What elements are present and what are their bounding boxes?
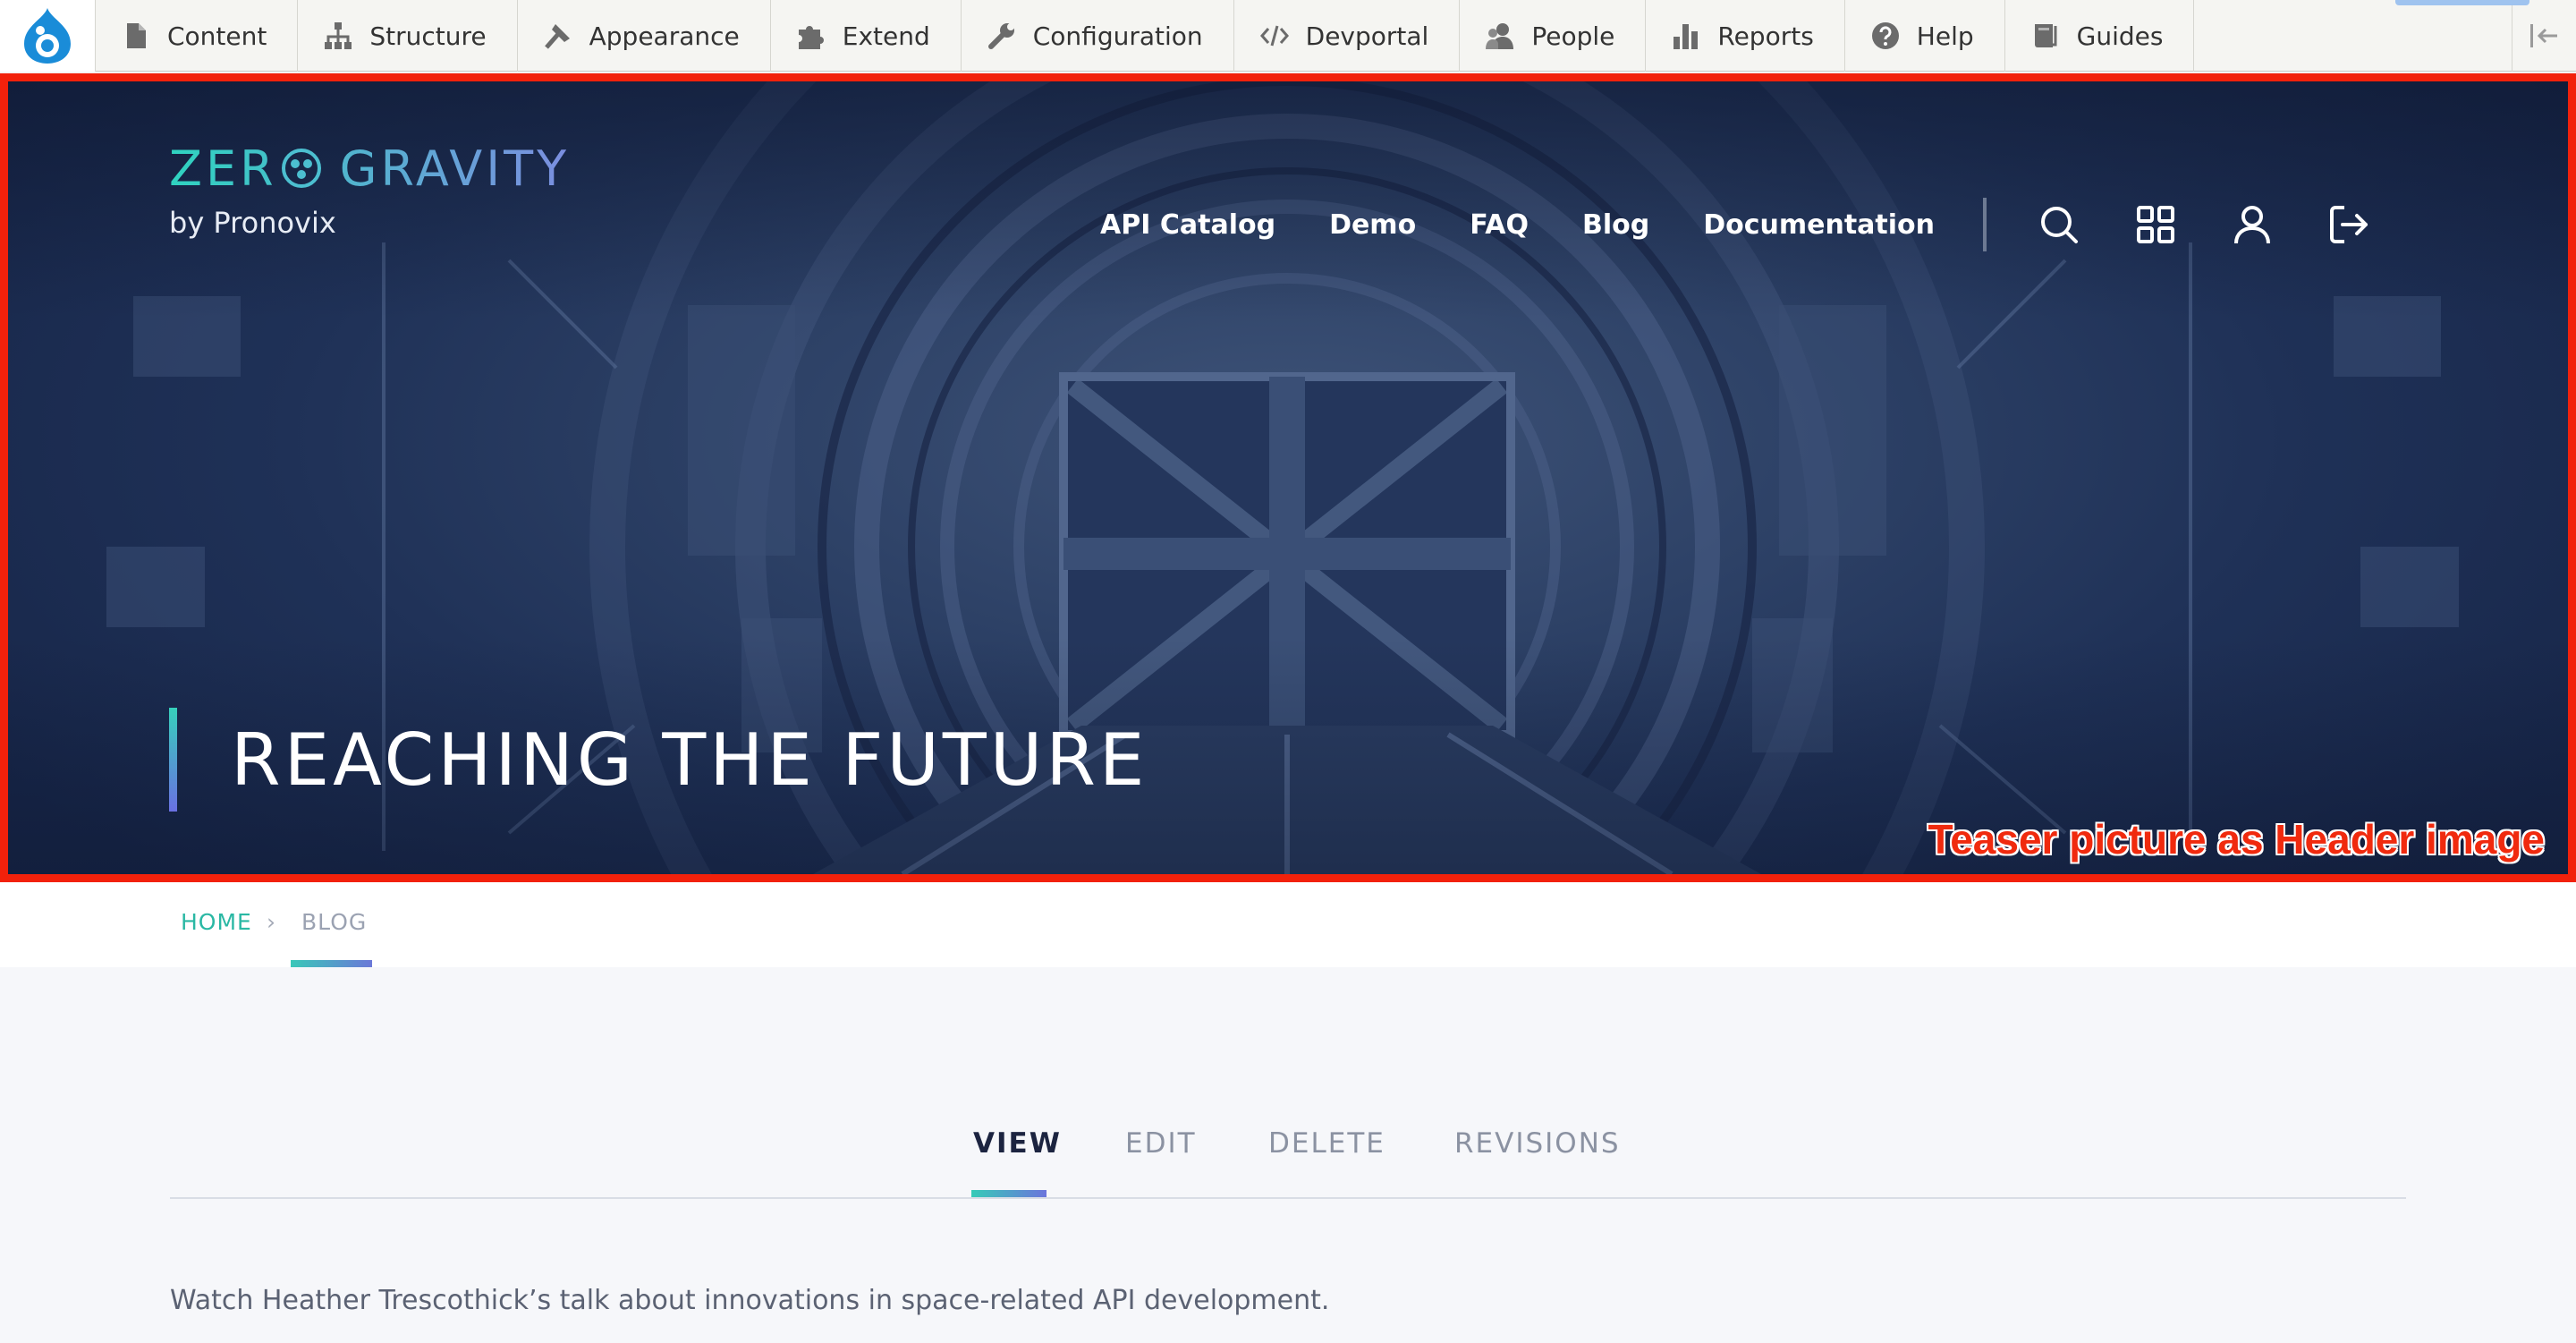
toolbar-item-appearance[interactable]: Appearance <box>518 0 771 72</box>
header-image-highlight-frame: ZER GRAVITY by Pronovix API Catalog Demo … <box>0 73 2576 882</box>
toolbar-item-extend[interactable]: Extend <box>771 0 962 72</box>
toolbar-item-structure[interactable]: Structure <box>298 0 518 72</box>
nav-logout-button[interactable] <box>2326 202 2371 247</box>
reports-icon <box>1674 24 1699 49</box>
toolbar-item-label: Content <box>167 21 267 51</box>
collapse-icon <box>2529 24 2557 47</box>
people-icon <box>1486 23 1514 49</box>
nav-apps-button[interactable] <box>2133 202 2178 247</box>
toolbar-collapse-button[interactable] <box>2512 0 2576 72</box>
site-logo[interactable]: ZER GRAVITY by Pronovix <box>169 140 570 240</box>
toolbar-item-devportal[interactable]: Devportal <box>1234 0 1461 72</box>
toolbar-item-label: Appearance <box>589 21 740 51</box>
logo-word-gravity: GRAVITY <box>339 140 571 197</box>
nav-link-faq[interactable]: FAQ <box>1470 209 1529 241</box>
breadcrumb: HOME › BLOG <box>0 882 2576 967</box>
drupal-logo-icon <box>24 8 71 64</box>
structure-icon <box>325 22 352 49</box>
toolbar-item-label: Help <box>1916 21 1974 51</box>
toolbar-item-people[interactable]: People <box>1460 0 1647 72</box>
annotation-label: Teaser picture as Header image <box>1928 816 2545 863</box>
tab-delete[interactable]: DELETE <box>1268 1127 1385 1160</box>
tab-edit[interactable]: EDIT <box>1125 1127 1197 1160</box>
apps-grid-icon <box>2137 206 2174 243</box>
configuration-icon <box>987 23 1014 49</box>
logo-byline: by Pronovix <box>169 206 336 240</box>
admin-toolbar: Content Structure Appearance Extend Conf… <box>0 0 2576 72</box>
breadcrumb-active-indicator <box>291 960 372 967</box>
toolbar-item-label: Extend <box>842 21 930 51</box>
toolbar-item-label: Reports <box>1717 21 1814 51</box>
breadcrumb-separator-icon: › <box>267 909 276 935</box>
main-navigation: API Catalog Demo FAQ Blog Documentation <box>1100 180 2568 269</box>
breadcrumb-home-link[interactable]: HOME <box>181 909 252 935</box>
breadcrumb-current: BLOG <box>301 909 368 935</box>
appearance-icon <box>544 24 570 49</box>
tab-revisions[interactable]: REVISIONS <box>1454 1127 1621 1160</box>
toolbar-item-label: Structure <box>369 21 487 51</box>
toolbar-item-label: Configuration <box>1032 21 1203 51</box>
nav-link-documentation[interactable]: Documentation <box>1703 209 1935 241</box>
help-icon <box>1871 22 1899 49</box>
active-tab-indicator <box>971 1190 1046 1197</box>
toolbar-item-label: People <box>1531 21 1615 51</box>
toolbar-item-label: Devportal <box>1305 21 1429 51</box>
nav-search-button[interactable] <box>2037 202 2081 247</box>
logo-wordmark: ZER GRAVITY <box>169 140 570 197</box>
hero-title-block: REACHING THE FUTURE <box>169 708 1148 812</box>
toolbar-item-configuration[interactable]: Configuration <box>962 0 1234 72</box>
nav-link-api-catalog[interactable]: API Catalog <box>1100 209 1275 241</box>
logo-planet-icon <box>281 149 321 188</box>
nav-account-button[interactable] <box>2230 202 2275 247</box>
hero-header-image: ZER GRAVITY by Pronovix API Catalog Demo … <box>8 81 2568 874</box>
toolbar-item-guides[interactable]: Guides <box>2005 0 2195 72</box>
toolbar-item-reports[interactable]: Reports <box>1646 0 1845 72</box>
page-title: REACHING THE FUTURE <box>231 718 1148 802</box>
extend-icon <box>798 26 824 49</box>
nav-divider <box>1983 198 1987 251</box>
logo-word-zero: ZER <box>169 140 277 197</box>
tab-view[interactable]: VIEW <box>973 1127 1062 1160</box>
book-icon <box>2034 24 2057 47</box>
toolbar-item-label: Guides <box>2076 21 2164 51</box>
content-icon <box>127 23 146 48</box>
code-icon <box>1259 25 1289 47</box>
toolbar-item-content[interactable]: Content <box>96 0 299 72</box>
nav-link-blog[interactable]: Blog <box>1582 209 1649 241</box>
search-icon <box>2041 207 2078 243</box>
node-tabs: VIEW EDIT DELETE REVISIONS <box>170 1101 2406 1199</box>
drupal-home-button[interactable] <box>0 0 96 72</box>
user-icon <box>2234 206 2270 244</box>
toolbar-item-help[interactable]: Help <box>1845 0 2005 72</box>
toolbar-tray-indicator <box>2395 0 2529 5</box>
article-body-text: Watch Heather Trescothick’s talk about i… <box>170 1285 1330 1316</box>
nav-link-demo[interactable]: Demo <box>1329 209 1416 241</box>
logout-icon <box>2330 206 2368 243</box>
